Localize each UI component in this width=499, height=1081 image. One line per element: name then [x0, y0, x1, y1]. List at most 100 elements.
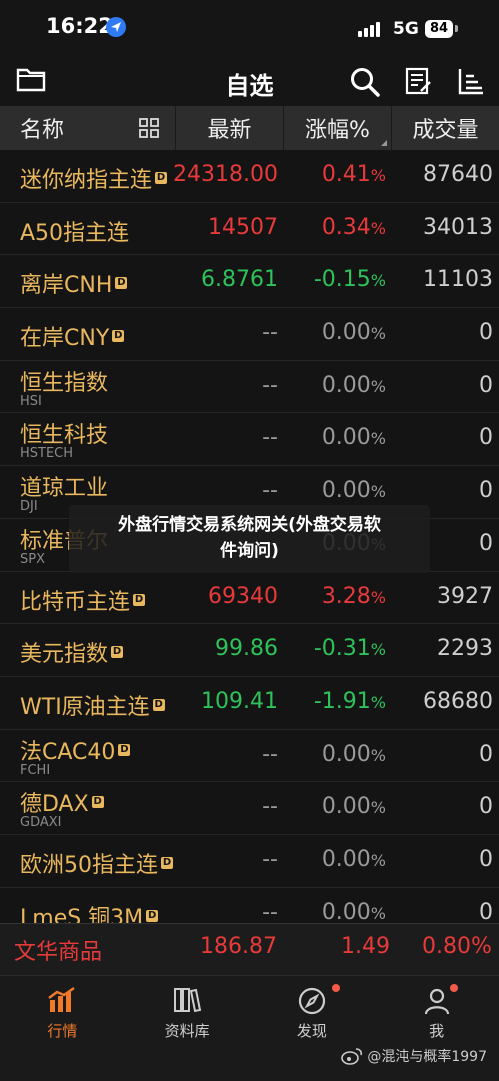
market-chart-icon: [48, 986, 76, 1012]
overlay-line-2: 件询问): [220, 541, 279, 561]
volume: 87640: [423, 162, 493, 187]
percent-sign: %: [370, 324, 386, 344]
column-name[interactable]: 名称: [0, 106, 176, 150]
change-percent: 0.00%: [322, 742, 386, 767]
column-header: 名称 最新 涨幅% 成交量: [0, 106, 499, 150]
instrument-name-text: 法CAC40: [20, 739, 116, 765]
percent-sign: %: [370, 218, 386, 238]
grid-icon[interactable]: [139, 118, 159, 138]
volume: 2293: [437, 636, 493, 662]
instrument-name: 法CAC40 D: [20, 734, 131, 766]
quote-row[interactable]: WTI原油主连 D 109.41 -1.91% 68680: [0, 677, 499, 730]
quote-row[interactable]: 离岸CNH D 6.8761 -0.15% 11103: [0, 255, 499, 309]
instrument-name-text: WTI原油主连: [20, 694, 150, 720]
tab-library[interactable]: 资料库: [125, 976, 250, 1081]
search-icon[interactable]: [349, 66, 381, 98]
quote-row[interactable]: 迷你纳指主连 D 24318.00 0.41% 87640: [0, 150, 499, 203]
delayed-badge-icon: D: [118, 743, 131, 756]
last-price: --: [262, 320, 278, 346]
quote-row[interactable]: 德DAX D GDAXI -- 0.00% 0: [0, 782, 499, 835]
change-percent: 0.00%: [322, 425, 386, 450]
watermark-text: @混沌与概率1997: [367, 1049, 487, 1065]
change-value: 0.00: [321, 846, 371, 872]
instrument-name-text: 恒生指数: [20, 370, 109, 396]
last-price: --: [262, 372, 278, 398]
volume: 0: [479, 794, 493, 820]
change-percent: 0.00%: [322, 373, 386, 398]
summary-bar[interactable]: 文华商品 186.87 1.49 0.80%: [0, 923, 499, 976]
change-value: 0.00: [321, 478, 371, 504]
change-percent: 0.34%: [322, 215, 386, 240]
change-value: 3.28: [321, 583, 371, 609]
last-price: 14507: [208, 214, 278, 240]
sort-indicator-icon: [381, 140, 387, 146]
instrument-name: 恒生科技: [20, 417, 108, 449]
instrument-name-text: 离岸CNH: [20, 273, 113, 299]
change-value: -1.91: [313, 688, 371, 714]
sort-icon[interactable]: [456, 66, 486, 96]
instrument-name-text: 道琼工业: [20, 476, 109, 502]
volume: 0: [479, 530, 493, 556]
quote-row[interactable]: 欧洲50指主连 D -- 0.00% 0: [0, 835, 499, 888]
instrument-name-text: 德DAX: [20, 792, 89, 818]
last-price: --: [262, 794, 278, 820]
status-bar: 16:22 5G 84: [0, 0, 499, 58]
change-percent: 0.00%: [322, 794, 386, 819]
weibo-watermark: @混沌与概率1997: [341, 1046, 487, 1066]
delayed-badge-icon: D: [111, 646, 124, 659]
last-price: --: [262, 846, 278, 872]
quote-row[interactable]: 比特币主连 D 69340 3.28% 3927: [0, 572, 499, 625]
change-percent: -0.31%: [314, 636, 386, 661]
volume: 68680: [423, 688, 493, 714]
change-percent: 0.00%: [322, 900, 386, 925]
nav-bar: 自选: [0, 58, 499, 106]
network-type: 5G: [393, 19, 419, 39]
instrument-name-text: 恒生科技: [20, 423, 109, 449]
change-percent: -0.15%: [314, 267, 386, 292]
change-percent: 0.00%: [322, 320, 386, 345]
last-price: 109.41: [201, 688, 278, 714]
change-value: 0.00: [321, 372, 371, 398]
instrument-code: DJI: [20, 499, 38, 515]
quote-row[interactable]: 美元指数 D 99.86 -0.31% 2293: [0, 624, 499, 677]
percent-sign: %: [370, 640, 386, 660]
delayed-badge-icon: D: [161, 856, 173, 869]
instrument-name: 离岸CNH D: [20, 267, 128, 299]
percent-sign: %: [370, 166, 386, 185]
quote-row[interactable]: A50指主连 14507 0.34% 34013: [0, 203, 499, 256]
column-last[interactable]: 最新: [176, 106, 284, 150]
volume: 0: [479, 846, 493, 872]
column-volume[interactable]: 成交量: [392, 106, 499, 150]
change-percent: 3.28%: [322, 584, 386, 609]
battery-icon: 84: [425, 20, 453, 38]
edit-list-icon[interactable]: [404, 66, 432, 96]
quote-row[interactable]: 恒生指数 HSI -- 0.00% 0: [0, 361, 499, 414]
quote-row[interactable]: 在岸CNY D -- 0.00% 0: [0, 308, 499, 361]
percent-sign: %: [370, 587, 386, 607]
last-price: --: [262, 899, 278, 925]
percent-sign: %: [370, 745, 386, 765]
column-change[interactable]: 涨幅%: [284, 106, 392, 150]
change-value: 0.34: [321, 214, 371, 240]
quote-row[interactable]: 恒生科技 HSTECH -- 0.00% 0: [0, 413, 499, 467]
delayed-badge-icon: D: [112, 330, 125, 343]
quote-row[interactable]: 法CAC40 D FCHI -- 0.00% 0: [0, 730, 499, 783]
percent-sign: %: [370, 692, 386, 712]
percent-sign: %: [370, 903, 386, 923]
compass-icon: [298, 987, 325, 1015]
summary-percent: 0.80%: [422, 934, 492, 959]
volume: 34013: [423, 214, 493, 240]
delayed-badge-icon: D: [133, 593, 146, 606]
delayed-badge-icon: D: [146, 909, 159, 922]
instrument-name: 恒生指数: [20, 365, 108, 397]
instrument-code: FCHI: [20, 762, 51, 778]
delayed-badge-icon: D: [115, 277, 128, 290]
weibo-icon: [341, 1048, 363, 1065]
instrument-code: HSI: [20, 393, 42, 409]
instrument-name: 欧洲50指主连 D: [20, 847, 173, 879]
signal-strength-icon: [358, 22, 380, 37]
last-price: 24318.00: [173, 162, 278, 187]
tab-market[interactable]: 行情: [0, 976, 125, 1081]
volume: 3927: [437, 583, 493, 609]
last-price: --: [262, 741, 278, 767]
